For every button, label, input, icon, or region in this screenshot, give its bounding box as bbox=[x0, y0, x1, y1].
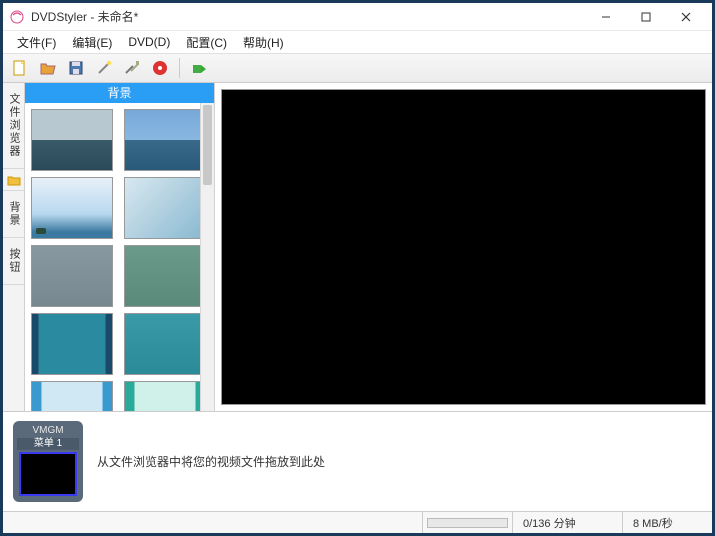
side-tab-buttons[interactable]: 按钮 bbox=[3, 238, 24, 285]
side-tab-filebrowser[interactable]: 文件浏览器 bbox=[3, 83, 24, 169]
preview-pane bbox=[215, 83, 712, 411]
menu-config[interactable]: 配置(C) bbox=[178, 32, 235, 53]
menu-help[interactable]: 帮助(H) bbox=[235, 32, 292, 53]
maximize-button[interactable] bbox=[626, 5, 666, 29]
toolbar-separator bbox=[179, 58, 180, 78]
minimize-button[interactable] bbox=[586, 5, 626, 29]
close-button[interactable] bbox=[666, 5, 706, 29]
menu-file[interactable]: 文件(F) bbox=[9, 32, 64, 53]
new-button[interactable] bbox=[9, 57, 31, 79]
toolbar bbox=[3, 53, 712, 83]
timeline-thumb-sub: 菜单 1 bbox=[17, 438, 79, 450]
window-title: DVDStyler - 未命名* bbox=[31, 8, 586, 25]
timeline-hint: 从文件浏览器中将您的视频文件拖放到此处 bbox=[97, 453, 325, 470]
timeline-thumb-preview bbox=[19, 452, 77, 496]
status-time: 0/136 分钟 bbox=[512, 512, 622, 533]
side-tab-background[interactable]: 背景 bbox=[3, 191, 24, 238]
app-window: DVDStyler - 未命名* 文件(F) 编辑(E) DVD(D) 配置(C… bbox=[0, 0, 715, 536]
save-button[interactable] bbox=[65, 57, 87, 79]
wizard-button[interactable] bbox=[93, 57, 115, 79]
side-tab-label: 背景 bbox=[8, 201, 20, 227]
timeline-thumb-head: VMGM bbox=[32, 425, 63, 437]
gallery-pane: 背景 bbox=[25, 83, 215, 411]
background-thumb[interactable] bbox=[124, 109, 206, 171]
status-spacer bbox=[3, 512, 422, 533]
window-controls bbox=[586, 5, 706, 29]
background-thumb[interactable] bbox=[124, 177, 206, 239]
menu-preview[interactable] bbox=[221, 89, 706, 405]
background-thumb[interactable] bbox=[124, 313, 206, 375]
side-tab-label: 文件浏览器 bbox=[8, 93, 20, 158]
gallery-header: 背景 bbox=[25, 83, 214, 103]
background-thumb[interactable] bbox=[31, 109, 113, 171]
status-progress bbox=[422, 512, 512, 533]
main-area: 文件浏览器 背景 按钮 背景 bbox=[3, 83, 712, 411]
background-thumb[interactable] bbox=[31, 313, 113, 375]
open-button[interactable] bbox=[37, 57, 59, 79]
side-tab-label: 按钮 bbox=[8, 248, 20, 274]
menu-edit[interactable]: 编辑(E) bbox=[64, 32, 120, 53]
background-thumb[interactable] bbox=[124, 381, 206, 411]
timeline-menu-thumb[interactable]: VMGM 菜单 1 bbox=[13, 421, 83, 502]
background-thumb[interactable] bbox=[124, 245, 206, 307]
gallery-scroll bbox=[25, 103, 214, 411]
side-tabs: 文件浏览器 背景 按钮 bbox=[3, 83, 25, 411]
gallery-grid bbox=[25, 103, 214, 411]
status-rate: 8 MB/秒 bbox=[622, 512, 712, 533]
timeline: VMGM 菜单 1 从文件浏览器中将您的视频文件拖放到此处 bbox=[3, 411, 712, 511]
titlebar: DVDStyler - 未命名* bbox=[3, 3, 712, 31]
folder-icon[interactable] bbox=[3, 169, 24, 191]
statusbar: 0/136 分钟 8 MB/秒 bbox=[3, 511, 712, 533]
menu-dvd[interactable]: DVD(D) bbox=[120, 33, 178, 51]
run-button[interactable] bbox=[188, 57, 210, 79]
background-thumb[interactable] bbox=[31, 177, 113, 239]
scrollbar[interactable] bbox=[200, 103, 214, 411]
menubar: 文件(F) 编辑(E) DVD(D) 配置(C) 帮助(H) bbox=[3, 31, 712, 53]
settings-button[interactable] bbox=[121, 57, 143, 79]
burn-button[interactable] bbox=[149, 57, 171, 79]
scrollbar-thumb[interactable] bbox=[203, 105, 212, 185]
app-icon bbox=[9, 9, 25, 25]
background-thumb[interactable] bbox=[31, 381, 113, 411]
background-thumb[interactable] bbox=[31, 245, 113, 307]
